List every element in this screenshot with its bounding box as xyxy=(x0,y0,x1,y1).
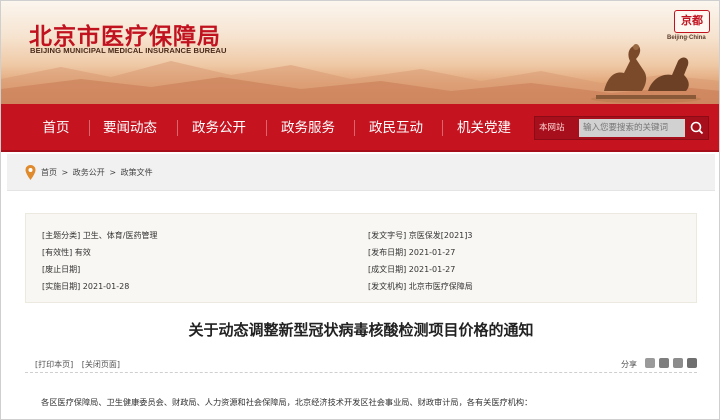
breadcrumb: 首页 > 政务公开 > 政策文件 xyxy=(7,154,715,191)
meta-doc-number: [发文字号] 京医保发[2021]3 xyxy=(368,230,473,241)
qzone-icon[interactable] xyxy=(687,358,697,368)
nav-divider xyxy=(266,120,267,136)
close-page-link[interactable]: [关闭页面] xyxy=(82,360,120,369)
page-frame: 北京市医疗保障局 BEIJING MUNICIPAL MEDICAL INSUR… xyxy=(0,0,720,420)
nav-divider xyxy=(89,120,90,136)
nav-divider xyxy=(442,120,443,136)
breadcrumb-home[interactable]: 首页 xyxy=(41,168,57,177)
breadcrumb-policy-docs[interactable]: 政策文件 xyxy=(121,168,153,177)
article-first-paragraph: 各区医疗保障局、卫生健康委员会、财政局、人力资源和社会保障局，北京经济技术开发区… xyxy=(41,397,533,407)
meta-key: [发文机构] xyxy=(368,282,407,291)
meta-value: 2021-01-27 xyxy=(408,265,456,274)
meta-value: 北京市医疗保障局 xyxy=(408,282,473,291)
article-actions: [打印本页] [关闭页面] xyxy=(35,359,126,370)
meta-abolish-date: [废止日期] xyxy=(42,264,80,275)
meta-topic: [主题分类] 卫生、体育/医药管理 xyxy=(42,230,158,241)
location-pin-icon xyxy=(25,165,36,180)
nav-item-news[interactable]: 要闻动态 xyxy=(91,104,169,152)
bronze-horse-sculpture-icon xyxy=(591,44,701,103)
nav-item-gov-affairs[interactable]: 政务公开 xyxy=(179,104,259,152)
qq-icon[interactable] xyxy=(673,358,683,368)
weibo-icon[interactable] xyxy=(659,358,669,368)
weixin-icon[interactable] xyxy=(645,358,655,368)
search-scope-label[interactable]: 本网站 xyxy=(539,117,565,139)
breadcrumb-separator: > xyxy=(109,168,117,177)
breadcrumb-gov-affairs[interactable]: 政务公开 xyxy=(73,168,105,177)
search-input[interactable] xyxy=(579,119,685,137)
meta-key: [废止日期] xyxy=(42,265,81,274)
nav-item-home[interactable]: 首页 xyxy=(23,104,89,152)
meta-key: [成文日期] xyxy=(368,265,407,274)
meta-value: 有效 xyxy=(74,248,91,257)
site-logo-subtitle: BEIJING MUNICIPAL MEDICAL INSURANCE BURE… xyxy=(30,46,227,55)
print-page-link[interactable]: [打印本页] xyxy=(35,360,73,369)
search-icon[interactable] xyxy=(687,119,707,137)
nav-item-interaction[interactable]: 政民互动 xyxy=(356,104,436,152)
meta-key: [有效性] xyxy=(42,248,73,257)
document-meta-box: [主题分类] 卫生、体育/医药管理 [有效性] 有效 [废止日期] [实施日期]… xyxy=(25,213,697,303)
beijing-seal-icon: 京都 xyxy=(674,10,710,33)
meta-value: 卫生、体育/医药管理 xyxy=(82,231,158,240)
meta-written-date: [成文日期] 2021-01-27 xyxy=(368,264,455,275)
breadcrumb-trail: 首页 > 政务公开 > 政策文件 xyxy=(41,167,155,178)
site-header: 北京市医疗保障局 BEIJING MUNICIPAL MEDICAL INSUR… xyxy=(1,1,719,104)
breadcrumb-separator: > xyxy=(61,168,69,177)
nav-item-gov-services[interactable]: 政务服务 xyxy=(268,104,348,152)
meta-key: [发布日期] xyxy=(368,248,407,257)
meta-key: [主题分类] xyxy=(42,231,81,240)
nav-divider xyxy=(177,120,178,136)
meta-validity: [有效性] 有效 xyxy=(42,247,91,258)
meta-key: [发文字号] xyxy=(368,231,407,240)
meta-value: 2021-01-28 xyxy=(82,282,130,291)
meta-issuing-agency: [发文机构] 北京市医疗保障局 xyxy=(368,281,473,292)
site-search: 本网站 xyxy=(534,116,709,140)
share-label: 分享 xyxy=(621,360,637,369)
meta-publish-date: [发布日期] 2021-01-27 xyxy=(368,247,455,258)
meta-key: [实施日期] xyxy=(42,282,81,291)
meta-value: 2021-01-27 xyxy=(408,248,456,257)
nav-item-party-building[interactable]: 机关党建 xyxy=(444,104,524,152)
meta-value: 京医保发[2021]3 xyxy=(408,231,473,240)
article-toolbar: [打印本页] [关闭页面] 分享 xyxy=(25,353,697,373)
meta-effective-date: [实施日期] 2021-01-28 xyxy=(42,281,129,292)
nav-divider xyxy=(354,120,355,136)
article-title: 关于动态调整新型冠状病毒核酸检测项目价格的通知 xyxy=(188,321,534,339)
